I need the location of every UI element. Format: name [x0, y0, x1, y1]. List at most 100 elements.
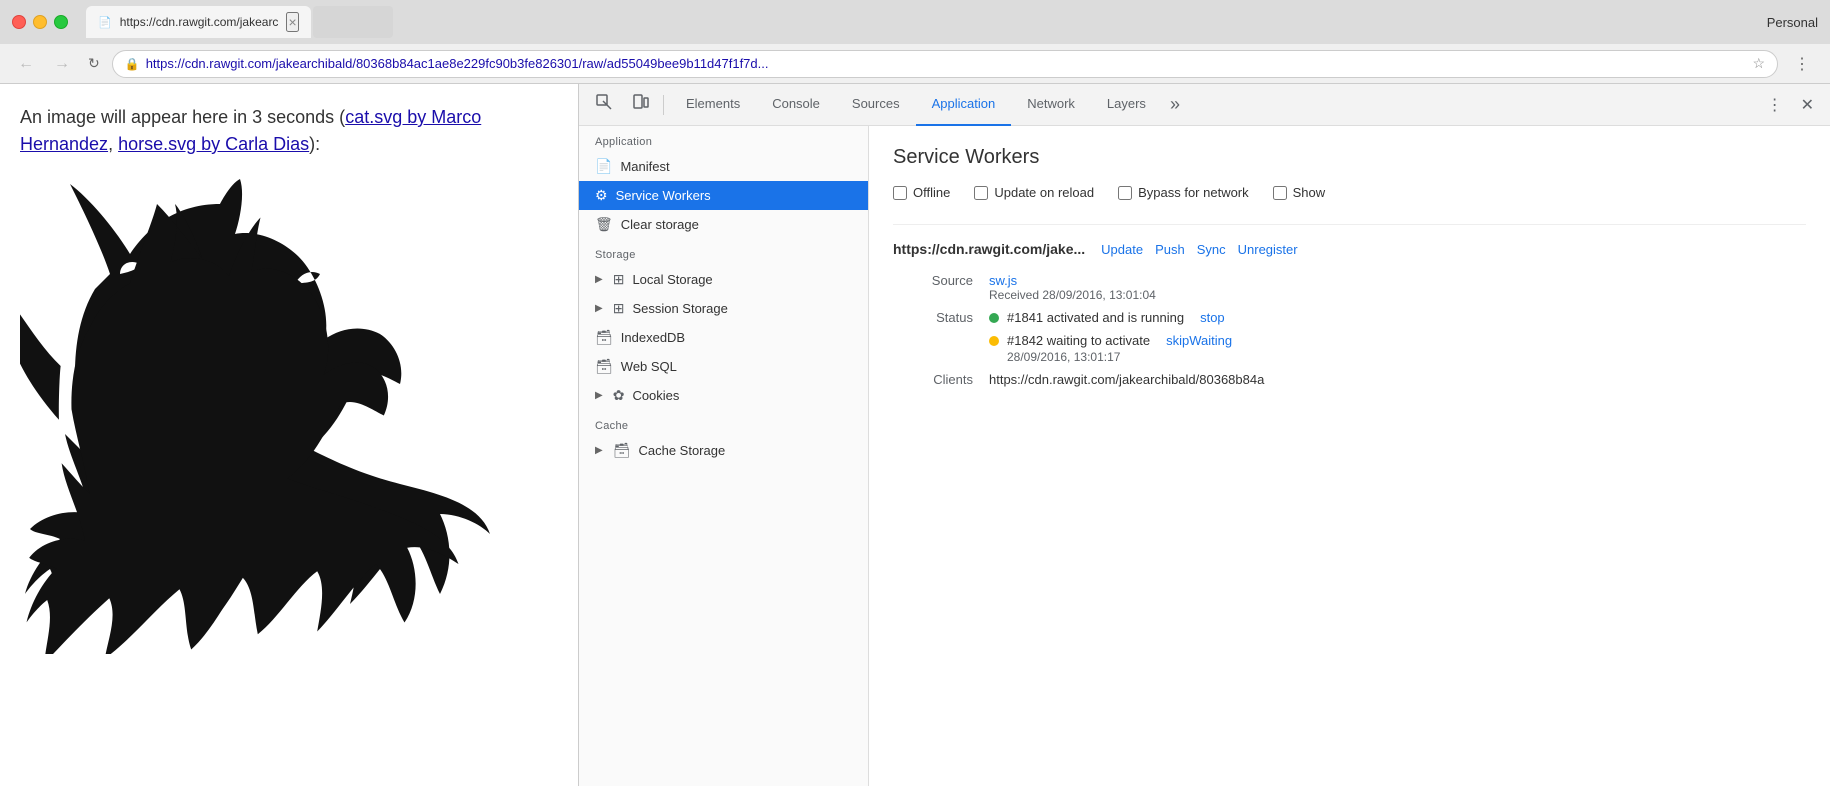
sw-stop-link[interactable]: stop	[1200, 310, 1225, 325]
bypass-for-network-checkbox[interactable]	[1118, 186, 1132, 200]
sw-file-link[interactable]: sw.js	[989, 273, 1017, 288]
bookmark-icon[interactable]: ☆	[1752, 55, 1765, 72]
sw-status-detail: Status #1841 activated and is running st…	[893, 310, 1806, 364]
sidebar-item-cookies[interactable]: ▶ ✿ Cookies	[579, 381, 868, 410]
profile-label: Personal	[1767, 15, 1818, 30]
sidebar-item-indexeddb[interactable]: 🗃 IndexedDB	[579, 323, 868, 352]
sidebar-item-label: Web SQL	[621, 359, 677, 374]
option-offline[interactable]: Offline	[893, 185, 950, 200]
maximize-button[interactable]	[54, 15, 68, 29]
sidebar-item-clear-storage[interactable]: 🗑 Clear storage	[579, 210, 868, 239]
main-content: An image will appear here in 3 seconds (…	[0, 84, 1830, 786]
cookies-icon: ✿	[613, 387, 625, 404]
option-bypass-for-network[interactable]: Bypass for network	[1118, 185, 1249, 200]
sidebar-item-label: Cache Storage	[638, 443, 725, 458]
section-cache-header: Cache	[579, 410, 868, 436]
source-label: Source	[893, 273, 973, 288]
devtools-actions: ⋮ ✕	[1759, 89, 1822, 121]
sw-status-2-block: #1842 waiting to activate skipWaiting 28…	[989, 333, 1806, 364]
device-toolbar-button[interactable]	[623, 87, 657, 122]
update-on-reload-checkbox[interactable]	[974, 186, 988, 200]
sw-sync-link[interactable]: Sync	[1197, 242, 1226, 257]
expand-arrow-icon: ▶	[595, 390, 603, 401]
tab-bar: 📄 https://cdn.rawgit.com/jakearc ×	[86, 6, 1759, 38]
sw-status-1-row: #1841 activated and is running stop	[989, 310, 1806, 325]
reload-button[interactable]: ↻	[84, 51, 104, 76]
sw-status-2-time: 28/09/2016, 13:01:17	[1007, 350, 1806, 364]
local-storage-icon: ⊞	[613, 271, 625, 288]
tab-layers[interactable]: Layers	[1091, 84, 1162, 126]
tab-favicon-icon: 📄	[98, 16, 112, 29]
session-storage-icon: ⊞	[613, 300, 625, 317]
offline-label: Offline	[913, 185, 950, 200]
more-tabs-button[interactable]: »	[1162, 88, 1188, 121]
sidebar-item-label: Session Storage	[632, 301, 727, 316]
horse-link[interactable]: horse.svg by Carla Dias	[118, 134, 309, 154]
sidebar-item-service-workers[interactable]: ⚙ Service Workers	[579, 181, 868, 210]
toolbar-separator	[663, 95, 664, 115]
forward-button[interactable]: →	[48, 51, 76, 77]
sidebar-item-label: Cookies	[632, 388, 679, 403]
clear-storage-icon: 🗑	[595, 216, 613, 233]
address-bar: ← → ↻ 🔒 https://cdn.rawgit.com/jakearchi…	[0, 44, 1830, 84]
tab-title: https://cdn.rawgit.com/jakearc	[120, 15, 279, 29]
sw-skipwaiting-link[interactable]: skipWaiting	[1166, 333, 1232, 348]
devtools-close-button[interactable]: ✕	[1793, 89, 1822, 121]
tab-network[interactable]: Network	[1011, 84, 1091, 126]
close-button[interactable]	[12, 15, 26, 29]
sidebar-item-local-storage[interactable]: ▶ ⊞ Local Storage	[579, 265, 868, 294]
sw-url-row: https://cdn.rawgit.com/jake... Update Pu…	[893, 241, 1806, 257]
section-storage-header: Storage	[579, 239, 868, 265]
sw-url-actions: Update Push Sync Unregister	[1101, 242, 1297, 257]
browser-more-button[interactable]: ⋮	[1786, 50, 1818, 78]
sidebar-item-session-storage[interactable]: ▶ ⊞ Session Storage	[579, 294, 868, 323]
sidebar-item-label: IndexedDB	[621, 330, 685, 345]
browser-tab[interactable]: 📄 https://cdn.rawgit.com/jakearc ×	[86, 6, 311, 38]
sw-url-text: https://cdn.rawgit.com/jake...	[893, 241, 1085, 257]
tab-console[interactable]: Console	[756, 84, 836, 126]
page-text: An image will appear here in 3 seconds (…	[20, 104, 558, 158]
url-text: https://cdn.rawgit.com/jakearchibald/803…	[146, 56, 1747, 71]
page-text-after: ):	[309, 134, 320, 154]
sw-source-detail: Source sw.js Received 28/09/2016, 13:01:…	[893, 273, 1806, 302]
sw-push-link[interactable]: Push	[1155, 242, 1185, 257]
sidebar-item-cache-storage[interactable]: ▶ 🗃 Cache Storage	[579, 436, 868, 465]
source-received: Received 28/09/2016, 13:01:04	[989, 288, 1806, 302]
devtools-more-button[interactable]: ⋮	[1759, 89, 1791, 121]
clients-label: Clients	[893, 372, 973, 387]
sidebar-item-label: Service Workers	[616, 188, 711, 203]
sw-unregister-link[interactable]: Unregister	[1238, 242, 1298, 257]
sw-update-link[interactable]: Update	[1101, 242, 1143, 257]
sidebar-item-label: Local Storage	[632, 272, 712, 287]
expand-arrow-icon: ▶	[595, 274, 603, 285]
title-bar: 📄 https://cdn.rawgit.com/jakearc × Perso…	[0, 0, 1830, 44]
panel-title: Service Workers	[893, 146, 1806, 169]
cat-image	[20, 174, 500, 654]
expand-arrow-icon: ▶	[595, 303, 603, 314]
sidebar-item-manifest[interactable]: 📄 Manifest	[579, 152, 868, 181]
bypass-for-network-label: Bypass for network	[1138, 185, 1249, 200]
section-application-header: Application	[579, 126, 868, 152]
tab-close-button[interactable]: ×	[286, 12, 298, 32]
url-bar[interactable]: 🔒 https://cdn.rawgit.com/jakearchibald/8…	[112, 50, 1778, 78]
service-workers-icon: ⚙	[595, 187, 608, 204]
devtools-body: Application 📄 Manifest ⚙ Service Workers…	[579, 126, 1830, 786]
expand-arrow-icon: ▶	[595, 445, 603, 456]
sw-clients-detail: Clients https://cdn.rawgit.com/jakearchi…	[893, 372, 1806, 387]
inspect-element-button[interactable]	[587, 87, 621, 122]
tab-sources[interactable]: Sources	[836, 84, 916, 126]
back-button[interactable]: ←	[12, 51, 40, 77]
show-checkbox[interactable]	[1273, 186, 1287, 200]
source-value: sw.js Received 28/09/2016, 13:01:04	[989, 273, 1806, 302]
minimize-button[interactable]	[33, 15, 47, 29]
option-update-on-reload[interactable]: Update on reload	[974, 185, 1094, 200]
tab-application[interactable]: Application	[916, 84, 1012, 126]
offline-checkbox[interactable]	[893, 186, 907, 200]
sw-entry: https://cdn.rawgit.com/jake... Update Pu…	[893, 224, 1806, 387]
tab-elements[interactable]: Elements	[670, 84, 756, 126]
sidebar-item-web-sql[interactable]: 🗃 Web SQL	[579, 352, 868, 381]
page-text-separator: ,	[108, 134, 118, 154]
option-show[interactable]: Show	[1273, 185, 1326, 200]
sw-options: Offline Update on reload Bypass for netw…	[893, 185, 1806, 200]
devtools-panel: Elements Console Sources Application Net…	[578, 84, 1830, 786]
